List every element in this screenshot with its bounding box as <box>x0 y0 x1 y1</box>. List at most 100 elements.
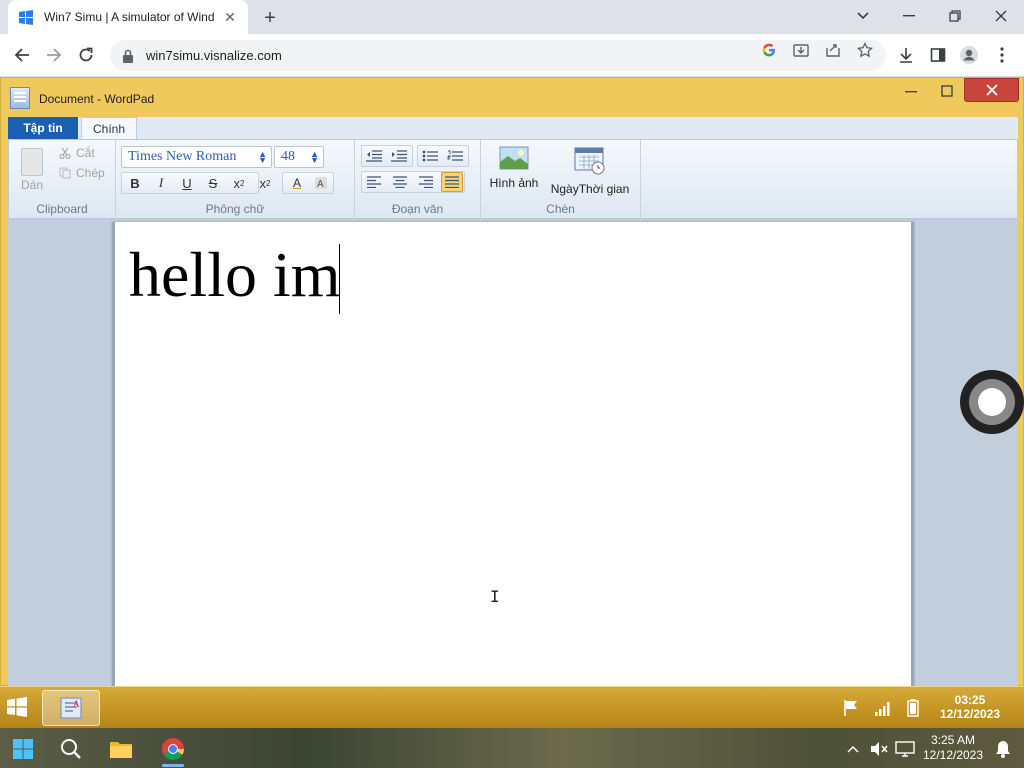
downloads-icon[interactable] <box>895 44 917 66</box>
align-center-icon[interactable] <box>389 172 411 192</box>
minimize-button[interactable] <box>897 4 921 28</box>
host-date: 12/12/2023 <box>922 748 984 762</box>
document-page[interactable]: hello im I <box>112 222 914 687</box>
browser-toolbar: win7simu.visnalize.com <box>0 34 1024 77</box>
new-tab-button[interactable]: + <box>258 6 282 30</box>
window-title: Document - WordPad <box>39 92 155 106</box>
host-clock[interactable]: 3:25 AM 12/12/2023 <box>918 733 988 763</box>
windows-favicon-icon <box>18 9 34 25</box>
font-family-spin-icon: ▲ ▼ <box>258 149 267 165</box>
tab-file[interactable]: Tập tin <box>8 117 78 139</box>
ribbon: Dán Cắt Chép Clipboard Times New Roman ▲… <box>8 139 1018 220</box>
ribbon-tab-strip: Tập tin Chính <box>8 117 1018 139</box>
url-text: win7simu.visnalize.com <box>146 48 282 63</box>
decrease-indent-icon[interactable] <box>363 146 385 166</box>
reload-button[interactable] <box>74 43 98 67</box>
restore-button[interactable] <box>943 4 967 28</box>
host-show-hidden-icon[interactable] <box>840 736 866 762</box>
taskbar-wordpad-button[interactable]: A <box>42 690 100 726</box>
network-signal-icon[interactable] <box>874 699 892 717</box>
superscript-button[interactable]: x2 <box>254 173 276 193</box>
wordpad-maximize-button[interactable] <box>935 80 959 102</box>
battery-icon[interactable] <box>904 699 922 717</box>
underline-button[interactable]: U <box>176 173 198 193</box>
assistive-touch-button[interactable] <box>960 370 1024 434</box>
host-time: 3:25 AM <box>930 733 976 747</box>
ibeam-cursor-icon: I <box>490 587 500 606</box>
browser-tab-strip: Win7 Simu | A simulator of Wind ✕ + <box>0 0 1024 34</box>
share-icon[interactable] <box>824 41 842 59</box>
host-file-explorer-icon[interactable] <box>108 736 134 762</box>
host-volume-muted-icon[interactable] <box>866 736 892 762</box>
host-chrome-icon[interactable] <box>160 736 186 762</box>
picture-icon <box>499 146 529 170</box>
start-button[interactable] <box>6 696 28 718</box>
side-panel-icon[interactable] <box>927 44 949 66</box>
font-size-value: 48 <box>281 149 295 164</box>
wordpad-app-icon[interactable] <box>10 87 30 109</box>
simulator-time: 03:25 <box>954 693 986 707</box>
lock-icon <box>122 49 136 63</box>
insert-group-label: Chèn <box>546 202 575 216</box>
host-notification-bell-icon[interactable] <box>990 736 1016 762</box>
svg-text:A: A <box>73 699 80 709</box>
font-group: Times New Roman ▲ ▼ 48 ▲ ▼ B I U S x2 x2 A… <box>116 140 355 220</box>
align-left-icon[interactable] <box>363 172 385 192</box>
menu-kebab-icon[interactable] <box>991 44 1013 66</box>
action-center-flag-icon[interactable] <box>842 699 860 717</box>
host-chrome-active-indicator <box>162 764 184 767</box>
justify-icon[interactable] <box>441 172 463 192</box>
cut-button[interactable]: Cắt <box>59 146 95 160</box>
bookmark-star-icon[interactable] <box>856 41 874 59</box>
wordpad-window: Document - WordPad Tập tin Chính Dán Cắt <box>0 77 1024 687</box>
insert-picture-button[interactable]: Hình ảnh <box>487 146 541 190</box>
clipboard-group-label: Clipboard <box>36 202 88 216</box>
subscript-button[interactable]: x2 <box>228 173 250 193</box>
increase-indent-icon[interactable] <box>388 146 410 166</box>
paste-button[interactable]: Dán <box>21 178 43 192</box>
copy-button[interactable]: Chép <box>59 166 105 180</box>
back-button[interactable] <box>10 43 34 67</box>
simulator-clock[interactable]: 03:25 12/12/2023 <box>930 693 1010 721</box>
profile-avatar-icon[interactable] <box>958 44 980 66</box>
bullet-list-icon[interactable] <box>419 146 441 166</box>
font-color-icon[interactable]: A <box>286 173 308 193</box>
highlight-color-icon[interactable]: A <box>310 173 332 193</box>
insert-datetime-button[interactable]: NgàyThời gian <box>545 146 635 196</box>
font-group-label: Phông chữ <box>205 202 265 216</box>
tab-close-icon[interactable]: ✕ <box>222 9 238 25</box>
document-scroll-area: hello im I <box>8 220 1018 687</box>
simulator-date: 12/12/2023 <box>939 707 1001 721</box>
strikethrough-button[interactable]: S <box>202 173 224 193</box>
install-app-icon[interactable] <box>792 41 810 59</box>
paste-icon[interactable] <box>21 148 43 176</box>
host-search-icon[interactable] <box>58 736 84 762</box>
wordpad-minimize-button[interactable] <box>899 80 923 102</box>
wordpad-taskbar-icon: A <box>60 697 82 719</box>
host-start-windows-icon[interactable] <box>10 736 36 762</box>
font-size-spin-icon: ▲ ▼ <box>310 149 319 165</box>
document-text[interactable]: hello im <box>129 238 341 312</box>
simulator-taskbar: A 03:25 12/12/2023 <box>0 686 1024 728</box>
tab-search-chevron-icon[interactable] <box>851 4 875 28</box>
wordpad-close-button[interactable] <box>964 78 1019 102</box>
font-size-select[interactable]: 48 ▲ ▼ <box>274 146 324 168</box>
google-icon[interactable] <box>760 41 778 59</box>
wordpad-titlebar[interactable]: Document - WordPad <box>1 78 1023 109</box>
font-family-select[interactable]: Times New Roman ▲ ▼ <box>121 146 272 168</box>
host-network-icon[interactable] <box>892 736 918 762</box>
forward-button[interactable] <box>42 43 66 67</box>
paragraph-group: Đoạn văn <box>355 140 481 220</box>
tab-home[interactable]: Chính <box>81 117 137 139</box>
italic-button[interactable]: I <box>150 173 172 193</box>
bold-button[interactable]: B <box>124 173 146 193</box>
browser-tab[interactable]: Win7 Simu | A simulator of Wind ✕ <box>8 0 248 34</box>
align-right-icon[interactable] <box>415 172 437 192</box>
font-family-value: Times New Roman <box>128 149 237 164</box>
insert-datetime-label: NgàyThời gian <box>550 182 630 196</box>
numbered-list-icon[interactable] <box>444 146 466 166</box>
cut-label: Cắt <box>76 146 95 160</box>
close-window-button[interactable] <box>989 4 1013 28</box>
paragraph-group-label: Đoạn văn <box>391 202 444 216</box>
svg-text:A: A <box>317 179 324 190</box>
